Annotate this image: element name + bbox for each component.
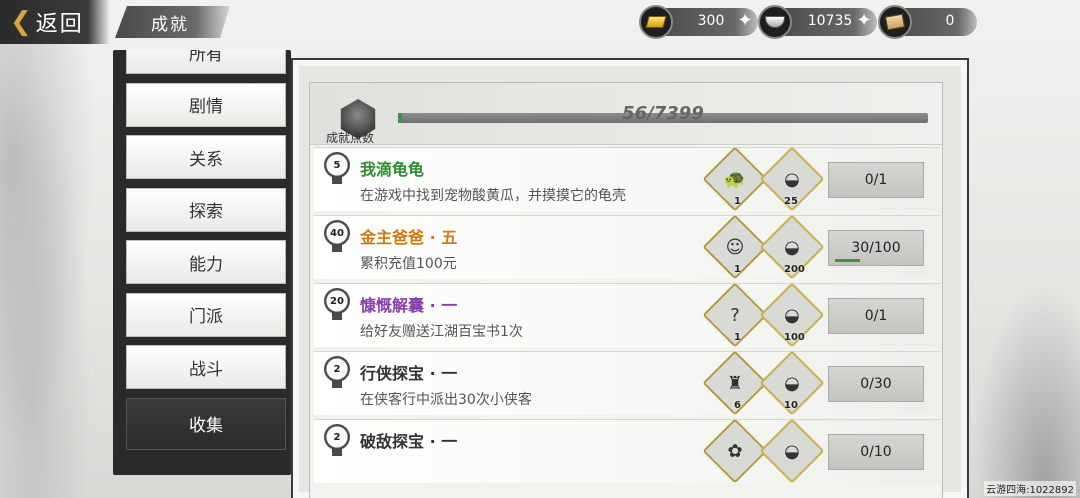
points-label: 成就点数 [326,131,375,145]
reward-count: 200 [784,264,805,275]
category-label: 门派 [189,307,223,327]
silver-ingot-icon: ◒ [784,304,800,326]
status-text: 0/30 [860,376,892,392]
ink-wash-decoration [0,0,110,498]
level-badge-icon: 2 [322,424,352,456]
achievement-row[interactable]: 20 慷慨解囊 · 一 给好友赠送江湖百宝书1次 ? 1 ◒ 100 0/1 [314,282,940,348]
category-label: 剧情 [189,97,223,117]
achievement-status: 30/100 [828,230,924,266]
category-collect[interactable]: 收集 [126,397,286,450]
achievement-description: 在游戏中找到宠物酸黄瓜，并摸摸它的龟壳 [360,188,626,204]
achievement-description: 给好友赠送江湖百宝书1次 [360,324,523,340]
category-label: 所有 [189,50,223,65]
currency-scroll: 0 [878,5,977,39]
chevron-left-icon: ❮ [10,7,32,37]
silver-ingot-icon: ◒ [784,168,800,190]
silver-ingot-icon: ◒ [784,236,800,258]
achievement-title: 慷慨解囊 · 一 [360,296,458,315]
character-portrait-icon: ☺ [725,236,745,258]
category-explore[interactable]: 探索 [126,187,286,232]
achievement-status: 0/30 [828,366,924,402]
category-label: 关系 [189,149,223,170]
gold-amount: 300 [697,13,725,29]
gold-bar-icon [639,5,673,39]
reward-item[interactable]: ✿ [702,418,768,484]
server-id-label: 云游四海:1022892 [984,481,1076,496]
reward-count: 10 [784,400,798,411]
achievement-title: 我滴龟龟 [360,160,425,179]
status-progress-fill [835,259,861,262]
reward-count: 25 [784,196,798,207]
reward-count: 6 [734,400,741,411]
level-number: 5 [333,159,341,171]
achievement-row[interactable]: 5 我滴龟龟 在游戏中找到宠物酸黄瓜，并摸摸它的龟壳 🐢 1 ◒ 25 0/1 [314,146,940,212]
achievement-status: 0/10 [828,434,924,470]
status-text: 30/100 [851,240,901,256]
achievement-title: 破敌探宝 · 一 [360,432,458,451]
reward-item[interactable]: ◒ [759,418,825,484]
silver-ingot-icon: ◒ [784,372,800,394]
level-badge-icon: 40 [322,220,352,252]
points-progress-text: 56/7399 [622,103,704,124]
scroll-amount: 0 [945,13,955,29]
category-story[interactable]: 剧情 [126,82,286,127]
currency-silver: 10735 ✦ [758,5,877,39]
level-badge-icon: 2 [322,356,352,388]
mystery-question-icon: ? [730,304,740,326]
reward-count: 1 [734,196,741,207]
achievement-description: 在侠客行中派出30次小侠客 [360,392,532,408]
reward-count: 1 [734,332,741,343]
add-gold-button[interactable]: ✦ [736,12,754,30]
achievement-panel: 成就点数 56/7399 5 我滴龟龟 在游戏中找到宠物酸黄瓜，并摸摸它的龟壳 … [291,58,969,498]
add-silver-button[interactable]: ✦ [855,12,873,30]
status-text: 0/10 [860,444,892,460]
silver-amount: 10735 [807,13,853,29]
level-number: 40 [330,227,344,239]
status-text: 0/1 [864,308,888,324]
reward-count: 1 [734,264,741,275]
currency-gold: 300 ✦ [639,5,758,39]
turtle-pet-icon: 🐢 [723,168,747,190]
achievement-row[interactable]: 2 行侠探宝 · 一 在侠客行中派出30次小侠客 ♜ 6 ◒ 10 0/30 [314,350,940,416]
achievement-row[interactable]: 2 破敌探宝 · 一 ✿ ◒ 0/10 [314,418,940,484]
page-title-tab: 成就 [115,6,230,38]
back-button[interactable]: ❮ 返回 [0,0,110,44]
achievement-description: 累积充值100元 [360,256,457,272]
achievement-list[interactable]: 成就点数 56/7399 5 我滴龟龟 在游戏中找到宠物酸黄瓜，并摸摸它的龟壳 … [309,82,943,498]
category-label: 战斗 [189,359,223,380]
achievement-title: 金主爸爸 · 五 [360,228,458,247]
category-label: 能力 [189,254,223,275]
reward-count: 100 [784,332,805,343]
back-label: 返回 [35,12,84,37]
silver-ingot-icon [758,5,792,39]
ink-wash-decoration [960,250,1080,498]
category-label: 收集 [189,416,223,436]
category-ability[interactable]: 能力 [126,240,286,284]
level-number: 20 [330,295,344,307]
category-sidebar: 所有 剧情 关系 探索 能力 门派 战斗 收集 [113,50,291,475]
category-label: 探索 [189,202,223,222]
achievement-title: 行侠探宝 · 一 [360,364,458,383]
level-badge-icon: 5 [322,152,352,184]
achievement-status: 0/1 [828,162,924,198]
scroll-icon [878,5,912,39]
achievement-points-header: 成就点数 56/7399 [310,83,942,145]
achievement-status: 0/1 [828,298,924,334]
category-combat[interactable]: 战斗 [126,345,286,389]
silver-ingot-icon: ◒ [784,440,800,462]
level-badge-icon: 20 [322,288,352,320]
achievement-row[interactable]: 40 金主爸爸 · 五 累积充值100元 ☺ 1 ◒ 200 30/100 [314,214,940,280]
status-text: 0/1 [864,172,888,188]
level-number: 2 [333,431,341,443]
category-all[interactable]: 所有 [126,50,286,74]
warrior-portrait-icon: ♜ [726,372,744,394]
category-sect[interactable]: 门派 [126,292,286,337]
page-title: 成就 [151,14,189,35]
category-relations[interactable]: 关系 [126,135,286,179]
level-number: 2 [333,363,341,375]
pink-token-icon: ✿ [727,440,743,462]
